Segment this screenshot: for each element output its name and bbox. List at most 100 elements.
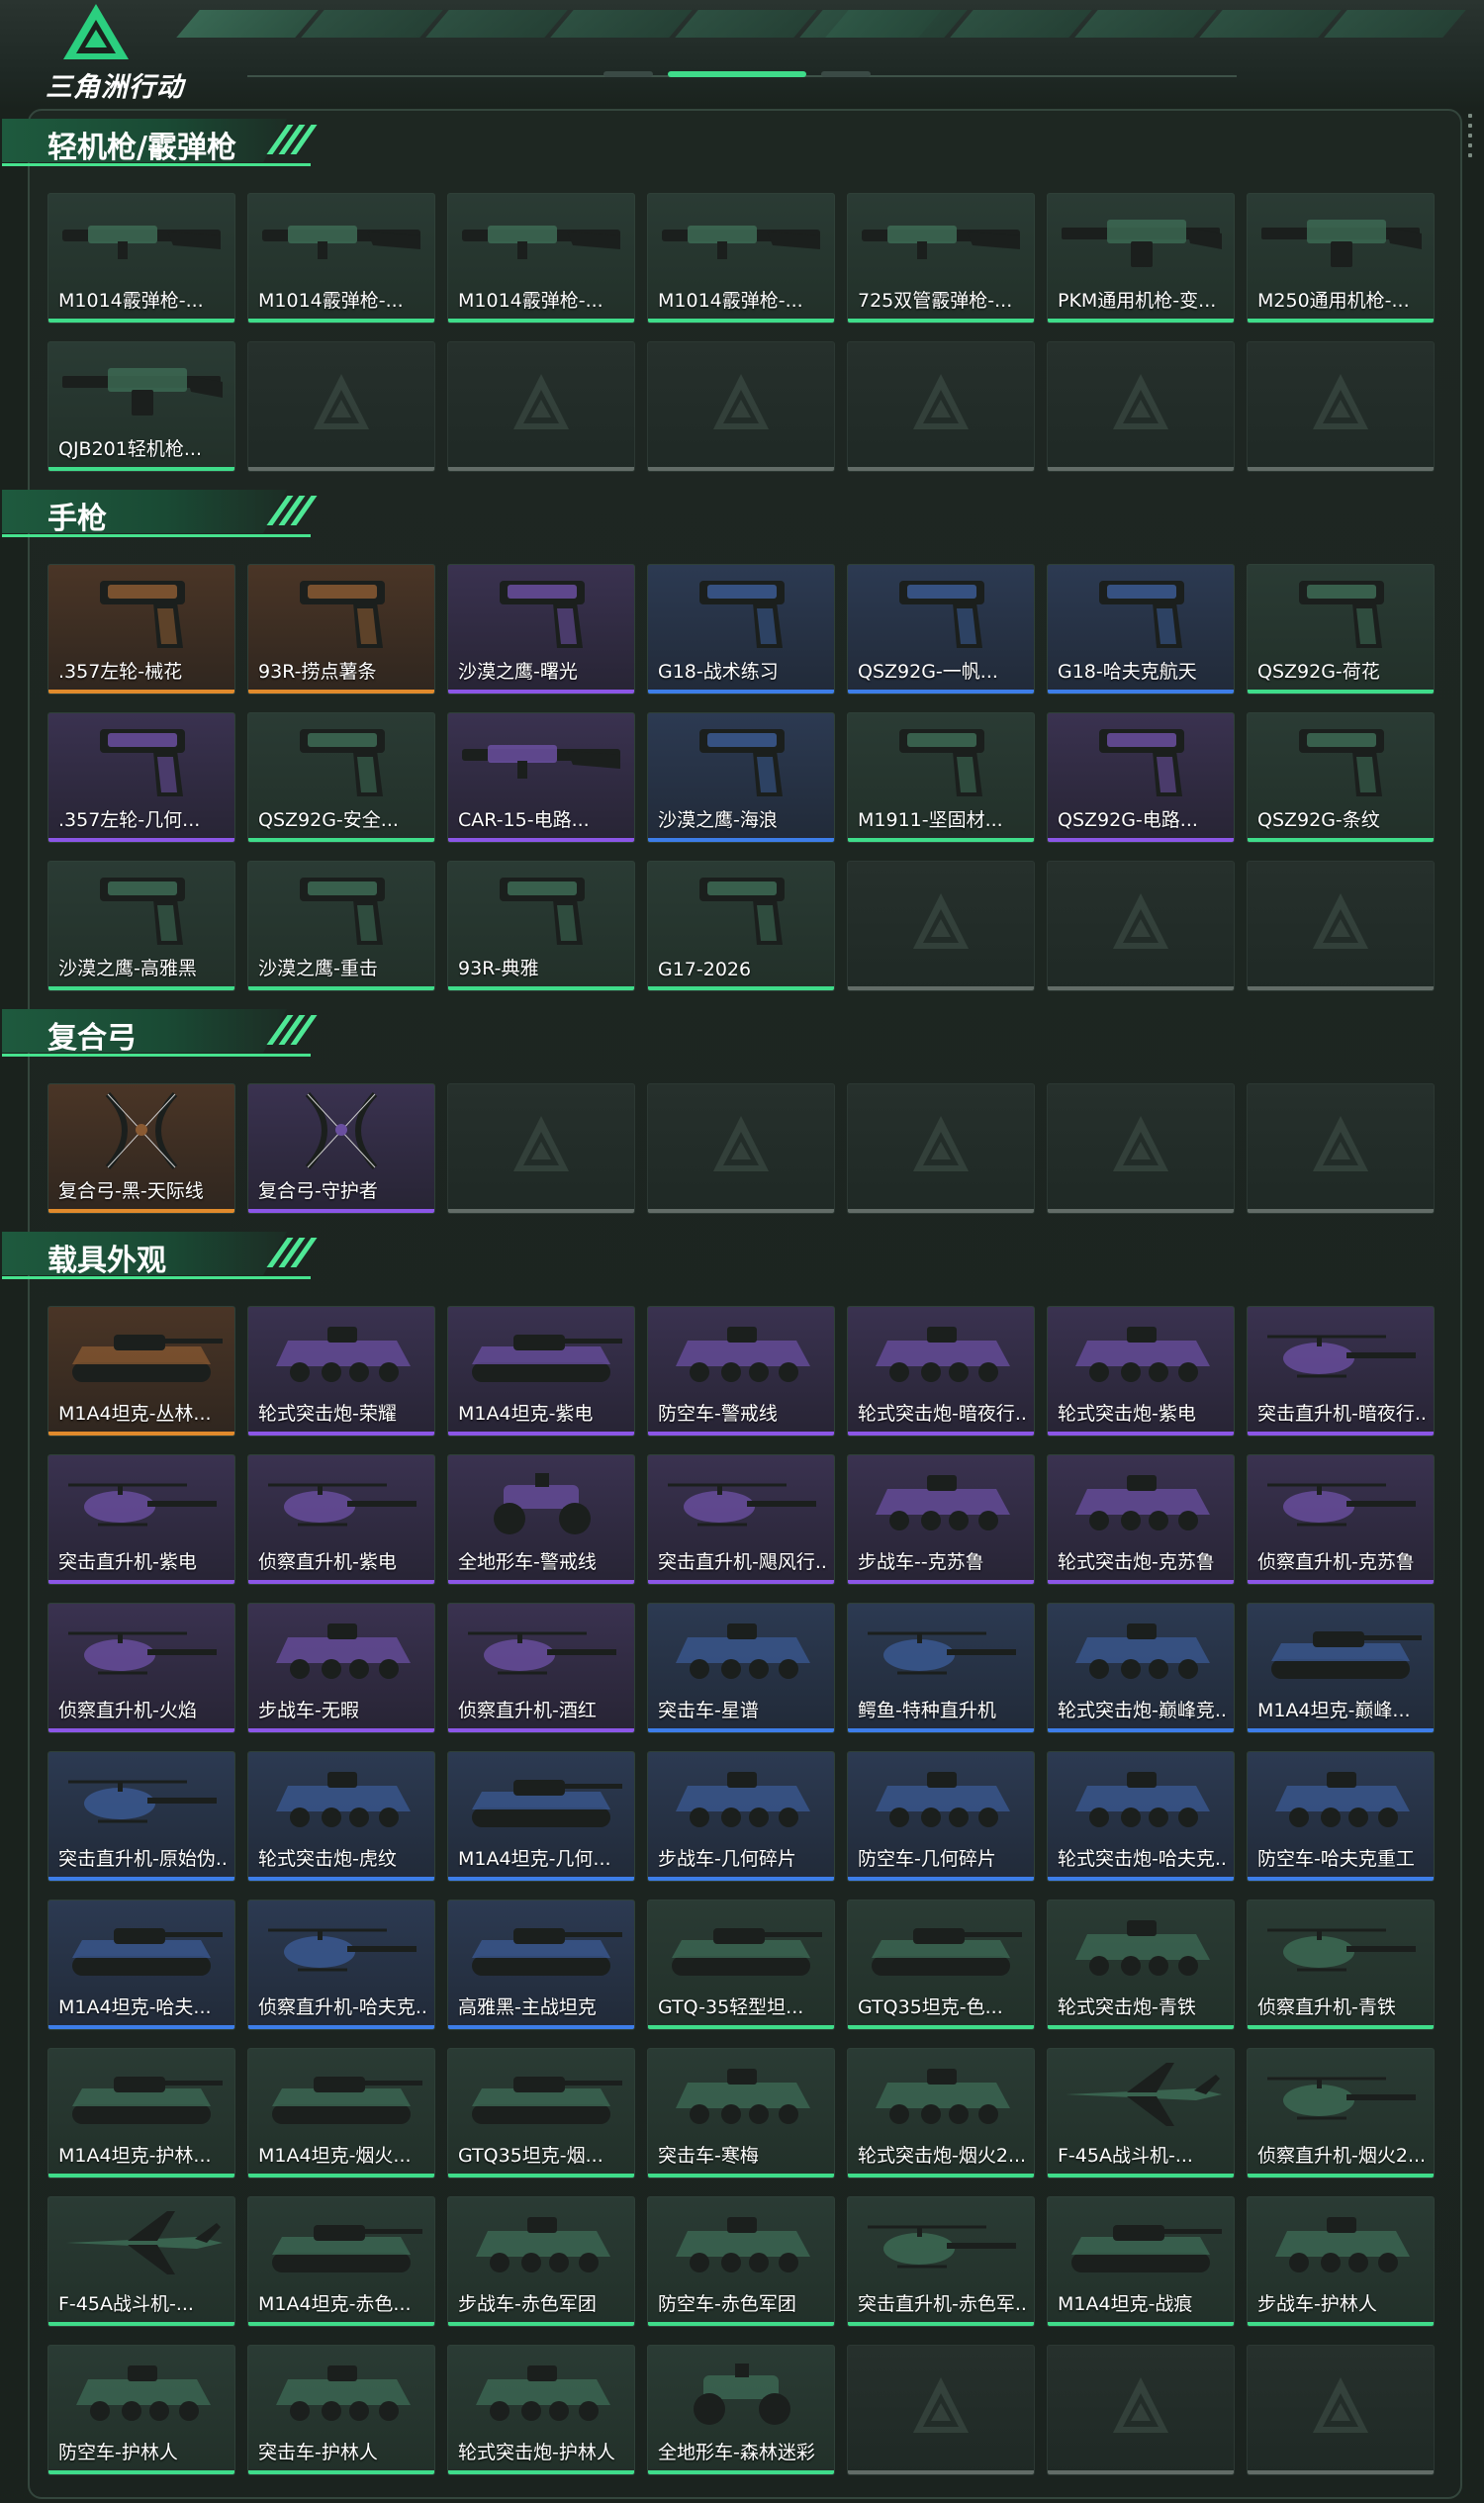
item-card[interactable]: 侦察直升机-哈夫克... xyxy=(247,1900,435,2030)
rarity-bar xyxy=(448,2025,634,2029)
item-card[interactable]: 沙漠之鹰-高雅黑 xyxy=(47,861,235,991)
item-name: QSZ92G-电路... xyxy=(1058,809,1198,831)
item-card[interactable]: F-45A战斗机-... xyxy=(1047,2048,1235,2179)
item-card[interactable]: G18-哈夫克航天 xyxy=(1047,564,1235,695)
item-name: M250通用机枪-... xyxy=(1257,290,1410,312)
item-card[interactable]: 全地形车-警戒线 xyxy=(447,1454,635,1585)
item-card[interactable]: 防空车-护林人 xyxy=(47,2345,235,2475)
item-card[interactable]: 侦察直升机-青铁 xyxy=(1247,1900,1435,2030)
item-card[interactable]: 侦察直升机-克苏鲁 xyxy=(1247,1454,1435,1585)
item-card[interactable]: M1A4坦克-紫电 xyxy=(447,1306,635,1437)
item-card[interactable]: 轮式突击炮-紫电 xyxy=(1047,1306,1235,1437)
item-card[interactable]: 轮式突击炮-青铁 xyxy=(1047,1900,1235,2030)
item-card[interactable]: 轮式突击炮-虎纹 xyxy=(247,1751,435,1882)
item-card[interactable]: 防空车-赤色军团 xyxy=(647,2196,835,2327)
rarity-bar xyxy=(1248,1209,1434,1213)
item-card[interactable]: 93R-典雅 xyxy=(447,861,635,991)
empty-slot xyxy=(847,1083,1035,1214)
item-card[interactable]: 全地形车-森林迷彩 xyxy=(647,2345,835,2475)
item-card[interactable]: QSZ92G-一帆... xyxy=(847,564,1035,695)
rarity-bar xyxy=(648,1580,834,1584)
item-card[interactable]: M1A4坦克-几何... xyxy=(447,1751,635,1882)
pistol-icon xyxy=(100,878,185,945)
item-card[interactable]: 93R-捞点薯条 xyxy=(247,564,435,695)
item-card[interactable]: 步战车-赤色军团 xyxy=(447,2196,635,2327)
item-card[interactable]: 突击直升机-飓风行... xyxy=(647,1454,835,1585)
item-card[interactable]: QSZ92G-电路... xyxy=(1047,712,1235,843)
item-card[interactable]: 步战车--克苏鲁 xyxy=(847,1454,1035,1585)
item-card[interactable]: PKM通用机枪-变... xyxy=(1047,193,1235,324)
item-card[interactable]: 防空车-哈夫克重工 xyxy=(1247,1751,1435,1882)
helicopter-icon xyxy=(1267,1335,1416,1378)
item-card[interactable]: 轮式突击炮-荣耀 xyxy=(247,1306,435,1437)
item-card[interactable]: CAR-15-电路... xyxy=(447,712,635,843)
rarity-bar xyxy=(848,2174,1034,2178)
item-card[interactable]: 侦察直升机-紫电 xyxy=(247,1454,435,1585)
item-card[interactable]: G17-2026 xyxy=(647,861,835,991)
item-card[interactable]: 步战车-无暇 xyxy=(247,1603,435,1733)
item-card[interactable]: 高雅黑-主战坦克 xyxy=(447,1900,635,2030)
item-card[interactable]: M1911-坚固材... xyxy=(847,712,1035,843)
scroll-indicator[interactable] xyxy=(1468,114,1472,163)
item-name: M1014霰弹枪-... xyxy=(458,290,603,312)
item-card[interactable]: GTQ35坦克-烟... xyxy=(447,2048,635,2179)
item-card[interactable]: 防空车-警戒线 xyxy=(647,1306,835,1437)
item-card[interactable]: M1A4坦克-烟火... xyxy=(247,2048,435,2179)
item-card[interactable]: QSZ92G-条纹 xyxy=(1247,712,1435,843)
item-card[interactable]: 侦察直升机-酒红 xyxy=(447,1603,635,1733)
item-card[interactable]: 突击车-寒梅 xyxy=(647,2048,835,2179)
item-card[interactable]: 突击直升机-紫电 xyxy=(47,1454,235,1585)
item-card[interactable]: 轮式突击炮-哈夫克... xyxy=(1047,1751,1235,1882)
item-card[interactable]: M1A4坦克-赤色... xyxy=(247,2196,435,2327)
item-card[interactable]: M1014霰弹枪-... xyxy=(647,193,835,324)
item-card[interactable]: QSZ92G-荷花 xyxy=(1247,564,1435,695)
item-card[interactable]: 轮式突击炮-巅峰竞... xyxy=(1047,1603,1235,1733)
item-card[interactable]: 轮式突击炮-克苏鲁 xyxy=(1047,1454,1235,1585)
item-card[interactable]: M1014霰弹枪-... xyxy=(447,193,635,324)
item-card[interactable]: 轮式突击炮-烟火2... xyxy=(847,2048,1035,2179)
item-card[interactable]: 突击直升机-原始伪... xyxy=(47,1751,235,1882)
item-card[interactable]: 沙漠之鹰-海浪 xyxy=(647,712,835,843)
item-card[interactable]: 防空车-几何碎片 xyxy=(847,1751,1035,1882)
item-card[interactable]: 沙漠之鹰-重击 xyxy=(247,861,435,991)
armored-car-icon xyxy=(676,1772,810,1827)
item-card[interactable]: 复合弓-黑-天际线 xyxy=(47,1083,235,1214)
item-card[interactable]: 步战车-护林人 xyxy=(1247,2196,1435,2327)
item-card[interactable]: 725双管霰弹枪-... xyxy=(847,193,1035,324)
item-card[interactable]: 轮式突击炮-暗夜行... xyxy=(847,1306,1035,1437)
item-card[interactable]: GTQ35坦克-色... xyxy=(847,1900,1035,2030)
item-card[interactable]: M1014霰弹枪-... xyxy=(247,193,435,324)
item-card[interactable]: M1014霰弹枪-... xyxy=(47,193,235,324)
item-card[interactable]: QSZ92G-安全... xyxy=(247,712,435,843)
rarity-bar xyxy=(1248,467,1434,471)
item-card[interactable]: 轮式突击炮-护林人 xyxy=(447,2345,635,2475)
item-card[interactable]: 侦察直升机-火焰 xyxy=(47,1603,235,1733)
item-name: 突击直升机-赤色军... xyxy=(858,2293,1028,2315)
item-card[interactable]: 复合弓-守护者 xyxy=(247,1083,435,1214)
item-name: 轮式突击炮-哈夫克... xyxy=(1058,1848,1228,1870)
item-card[interactable]: M1A4坦克-哈夫... xyxy=(47,1900,235,2030)
item-card[interactable]: QJB201轻机枪... xyxy=(47,341,235,472)
item-card[interactable]: M1A4坦克-战痕 xyxy=(1047,2196,1235,2327)
item-card[interactable]: G18-战术练习 xyxy=(647,564,835,695)
item-card[interactable]: 沙漠之鹰-曙光 xyxy=(447,564,635,695)
item-card[interactable]: M1A4坦克-护林... xyxy=(47,2048,235,2179)
item-card[interactable]: 侦察直升机-烟火2... xyxy=(1247,2048,1435,2179)
item-card[interactable]: F-45A战斗机-... xyxy=(47,2196,235,2327)
item-card[interactable]: 突击车-护林人 xyxy=(247,2345,435,2475)
item-card[interactable]: 突击直升机-暗夜行... xyxy=(1247,1306,1435,1437)
item-card[interactable]: M1A4坦克-丛林... xyxy=(47,1306,235,1437)
item-name: .357左轮-械花 xyxy=(58,661,183,683)
rarity-bar xyxy=(1248,319,1434,323)
item-card[interactable]: GTQ-35轻型坦... xyxy=(647,1900,835,2030)
item-card[interactable]: .357左轮-几何... xyxy=(47,712,235,843)
item-card[interactable]: 突击车-星谱 xyxy=(647,1603,835,1733)
category-header-pistol: 手枪 xyxy=(2,490,323,537)
rarity-bar xyxy=(48,2025,234,2029)
item-card[interactable]: M1A4坦克-巅峰... xyxy=(1247,1603,1435,1733)
item-card[interactable]: 步战车-几何碎片 xyxy=(647,1751,835,1882)
item-card[interactable]: 鳄鱼-特种直升机 xyxy=(847,1603,1035,1733)
item-card[interactable]: M250通用机枪-... xyxy=(1247,193,1435,324)
item-card[interactable]: .357左轮-械花 xyxy=(47,564,235,695)
item-card[interactable]: 突击直升机-赤色军... xyxy=(847,2196,1035,2327)
